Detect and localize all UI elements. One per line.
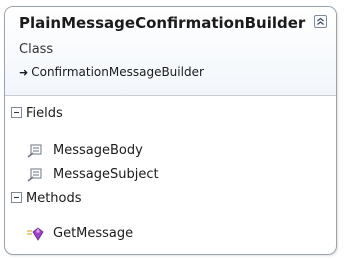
- class-diagram-box[interactable]: PlainMessageConfirmationBuilder Class ➜ C…: [4, 6, 337, 255]
- base-class-name: ConfirmationMessageBuilder: [31, 65, 204, 79]
- method-name: GetMessage: [53, 226, 134, 241]
- property-icon: [27, 168, 45, 182]
- class-header: PlainMessageConfirmationBuilder Class ➜ C…: [5, 7, 336, 96]
- field-name: MessageBody: [53, 143, 143, 158]
- methods-section-header[interactable]: Methods: [11, 189, 82, 209]
- method-icon: [27, 226, 45, 241]
- collapse-icon[interactable]: [314, 15, 327, 28]
- class-title: PlainMessageConfirmationBuilder: [19, 14, 306, 32]
- inheritance-arrow-icon: ➜: [19, 66, 29, 79]
- field-item[interactable]: MessageBody: [27, 141, 143, 161]
- fields-label: Fields: [26, 106, 63, 121]
- field-item[interactable]: MessageSubject: [27, 165, 159, 185]
- method-item[interactable]: GetMessage: [27, 224, 133, 244]
- property-icon: [27, 144, 45, 158]
- class-stereotype: Class: [19, 42, 54, 57]
- collapse-methods-toggle[interactable]: [11, 192, 22, 203]
- field-name: MessageSubject: [53, 167, 159, 182]
- methods-label: Methods: [26, 191, 82, 206]
- collapse-fields-toggle[interactable]: [11, 107, 22, 118]
- fields-section-header[interactable]: Fields: [11, 104, 63, 124]
- base-class: ➜ ConfirmationMessageBuilder: [19, 65, 204, 79]
